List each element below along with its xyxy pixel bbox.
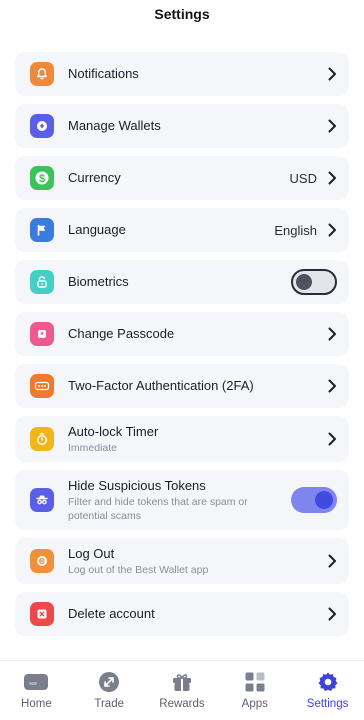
settings-item-label: Currency — [68, 170, 121, 185]
biometrics-toggle[interactable] — [291, 269, 337, 295]
home-icon — [23, 670, 49, 694]
dollar-icon: $ — [30, 166, 54, 190]
tab-rewards[interactable]: Rewards — [152, 670, 212, 710]
page-title: Settings — [154, 6, 210, 22]
settings-item-label: Manage Wallets — [68, 118, 161, 133]
chevron-right-icon — [327, 67, 337, 81]
chevron-right-icon — [327, 171, 337, 185]
wallet-icon — [30, 114, 54, 138]
settings-item-biometrics: Biometrics — [15, 260, 349, 304]
chevron-right-icon — [327, 379, 337, 393]
gift-icon — [169, 670, 195, 694]
chevron-right-icon — [327, 119, 337, 133]
settings-item-label: Delete account — [68, 606, 155, 621]
settings-item-manage-wallets[interactable]: Manage Wallets — [15, 104, 349, 148]
settings-item-currency[interactable]: $ Currency USD — [15, 156, 349, 200]
settings-item-delete-account[interactable]: Delete account — [15, 592, 349, 636]
svg-text:*: * — [40, 330, 44, 340]
settings-item-change-passcode[interactable]: * Change Passcode — [15, 312, 349, 356]
stopwatch-icon — [30, 427, 54, 451]
settings-item-notifications[interactable]: Notifications — [15, 52, 349, 96]
toggle-knob — [315, 491, 333, 509]
dots-icon — [30, 374, 54, 398]
chevron-right-icon — [327, 607, 337, 621]
tab-trade[interactable]: Trade — [79, 670, 139, 710]
grid-icon — [242, 670, 268, 694]
chevron-right-icon — [327, 432, 337, 446]
lock-icon — [30, 270, 54, 294]
language-value: English — [274, 222, 317, 238]
spy-icon — [30, 488, 54, 512]
chevron-right-icon — [327, 327, 337, 341]
tab-settings[interactable]: Settings — [298, 670, 358, 710]
tab-label: Home — [21, 698, 52, 710]
chevron-right-icon — [327, 223, 337, 237]
hide-suspicious-description: Filter and hide tokens that are spam or … — [68, 495, 248, 522]
tab-apps[interactable]: Apps — [225, 670, 285, 710]
log-out-description: Log out of the Best Wallet app — [68, 563, 209, 576]
settings-list: Notifications Manage Wallets $ Currency … — [15, 52, 349, 644]
settings-item-two-factor[interactable]: Two-Factor Authentication (2FA) — [15, 364, 349, 408]
settings-item-label: Notifications — [68, 66, 139, 81]
bell-icon — [30, 62, 54, 86]
currency-value: USD — [289, 170, 317, 186]
settings-item-label: Change Passcode — [68, 326, 175, 341]
bottom-tab-bar: Home Trade Rewards Apps Settings — [0, 660, 364, 720]
settings-item-label: Biometrics — [68, 274, 129, 289]
tab-home[interactable]: Home — [6, 670, 66, 710]
settings-item-label: Language — [68, 222, 126, 237]
gear-icon — [315, 670, 341, 694]
flag-icon — [30, 218, 54, 242]
settings-item-label: Hide Suspicious Tokens — [68, 477, 206, 493]
auto-lock-value: Immediate — [68, 441, 118, 454]
logout-icon — [30, 549, 54, 573]
settings-item-label: Auto-lock Timer — [68, 423, 159, 439]
settings-item-hide-suspicious-tokens: Hide Suspicious Tokens Filter and hide t… — [15, 470, 349, 530]
settings-item-auto-lock[interactable]: Auto-lock Timer Immediate — [15, 416, 349, 462]
settings-item-language[interactable]: Language English — [15, 208, 349, 252]
asterisk-icon: * — [30, 322, 54, 346]
x-icon — [30, 602, 54, 626]
svg-text:$: $ — [39, 173, 45, 185]
chevron-right-icon — [327, 554, 337, 568]
toggle-knob — [296, 274, 312, 290]
trade-icon — [96, 670, 122, 694]
settings-item-label: Two-Factor Authentication (2FA) — [68, 378, 254, 393]
header: Settings — [0, 0, 364, 46]
tab-label: Settings — [306, 698, 349, 710]
hide-suspicious-toggle[interactable] — [291, 487, 337, 513]
settings-item-log-out[interactable]: Log Out Log out of the Best Wallet app — [15, 538, 349, 584]
tab-label: Trade — [94, 698, 124, 710]
tab-label: Rewards — [159, 698, 205, 710]
settings-item-label: Log Out — [68, 545, 115, 561]
tab-label: Apps — [241, 698, 268, 710]
